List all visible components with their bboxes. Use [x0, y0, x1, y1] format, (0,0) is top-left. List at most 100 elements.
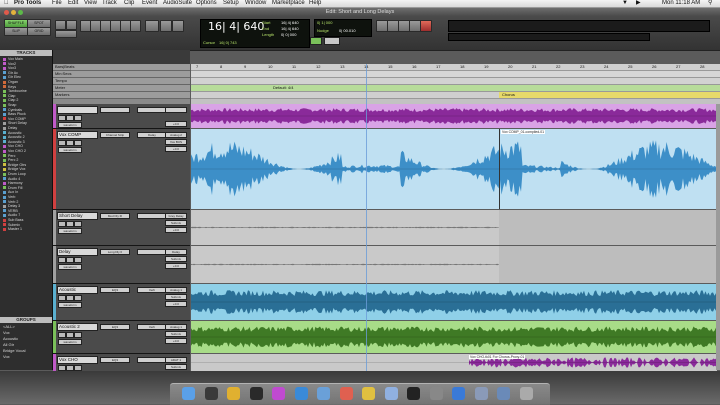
- minimize-window-icon[interactable]: [11, 9, 16, 15]
- solo-button[interactable]: [66, 257, 74, 263]
- tempo-ruler[interactable]: [191, 78, 720, 85]
- dock-app-icon[interactable]: [272, 387, 285, 400]
- track-header[interactable]: Short Delay Mod Dly III Grey Delay Submix wa…: [53, 210, 190, 246]
- dock-app-icon[interactable]: [497, 387, 510, 400]
- io-selector[interactable]: Analog 1: [165, 287, 187, 293]
- track-header[interactable]: Vox COMP Channel Strip Delay Analog 2 Vox BU…: [53, 129, 190, 210]
- output-selector[interactable]: Submix: [165, 220, 187, 226]
- nudge-value[interactable]: 0| 00.010: [339, 28, 356, 33]
- insert-slot[interactable]: [100, 107, 130, 113]
- dock-app-icon[interactable]: [339, 387, 353, 400]
- track-header[interactable]: Acoustic EQ3 Verb Analog 1 Submix waveform +0.…: [53, 284, 190, 321]
- clip-name-label[interactable]: Vox COMP_01-compiled-01: [501, 130, 546, 134]
- dock-app-icon[interactable]: [182, 387, 195, 400]
- track-name[interactable]: Vox CHO: [57, 356, 98, 364]
- send-slot[interactable]: [137, 357, 167, 363]
- empty-region[interactable]: [499, 210, 717, 245]
- menu-clip[interactable]: Clip: [124, 0, 134, 7]
- grid-value[interactable]: 0| 1| 000: [317, 20, 332, 25]
- solo-button[interactable]: [66, 221, 74, 227]
- close-window-icon[interactable]: [4, 9, 9, 15]
- minsecs-ruler[interactable]: [191, 71, 720, 78]
- main-counter[interactable]: 16| 4| 640: [208, 20, 268, 34]
- record-button[interactable]: [58, 115, 66, 121]
- group-list-item[interactable]: Vox: [3, 355, 50, 360]
- track-name[interactable]: Delay: [57, 248, 98, 256]
- menu-view[interactable]: View: [84, 0, 97, 7]
- insert-slot[interactable]: EQ3: [100, 324, 130, 330]
- empty-region[interactable]: [499, 246, 717, 283]
- group-list-item[interactable]: Bridge Vocal: [3, 349, 50, 354]
- group-list-item[interactable]: Acoustic: [3, 337, 50, 342]
- record-button[interactable]: [58, 221, 66, 227]
- menu-track[interactable]: Track: [102, 0, 117, 7]
- smart-tool-icon[interactable]: [145, 20, 159, 32]
- dock-app-icon[interactable]: [249, 387, 263, 400]
- track-playlist-lane[interactable]: [191, 284, 717, 320]
- io-selector[interactable]: [165, 107, 187, 113]
- dock-app-icon[interactable]: [362, 387, 375, 400]
- dock-app-icon[interactable]: [429, 387, 443, 400]
- dock-app-icon[interactable]: [407, 387, 420, 400]
- send-slot[interactable]: [137, 249, 167, 255]
- dock-app-icon[interactable]: [294, 387, 308, 400]
- dly-button[interactable]: [324, 37, 340, 45]
- tracks-list-header[interactable]: TRACKS: [0, 50, 52, 56]
- vertical-scrollbar[interactable]: [716, 104, 720, 370]
- volume-icon[interactable]: ▶: [636, 0, 641, 7]
- clip-name-label[interactable]: Vox CHO-tk01 For Chorus-Proxy-01: [469, 355, 526, 359]
- chorus-marker[interactable]: [499, 92, 720, 98]
- track-name[interactable]: [57, 106, 98, 114]
- dock-app-icon[interactable]: [519, 387, 533, 400]
- track-view-selector[interactable]: waveform: [58, 228, 82, 234]
- volume-value[interactable]: +0.0: [165, 227, 187, 233]
- dock-app-icon[interactable]: [452, 387, 465, 400]
- track-playlist-lane[interactable]: [191, 210, 717, 245]
- apple-menu-icon[interactable]: : [4, 0, 9, 7]
- io-selector[interactable]: Analog 1: [165, 324, 187, 330]
- track-view-selector[interactable]: waveform: [58, 302, 82, 308]
- record-button[interactable]: [58, 295, 66, 301]
- send-slot[interactable]: Verb: [137, 324, 167, 330]
- solo-button[interactable]: [66, 140, 74, 146]
- insert-slot[interactable]: Channel Strip: [100, 132, 130, 138]
- volume-value[interactable]: +0.0: [165, 146, 187, 152]
- dock-app-icon[interactable]: [384, 387, 398, 400]
- link-timeline-icon[interactable]: [172, 20, 184, 32]
- group-list-item[interactable]: Vox: [3, 331, 50, 336]
- mute-button[interactable]: [74, 115, 82, 121]
- markers-ruler[interactable]: Chorus: [191, 92, 720, 99]
- mini-timeline[interactable]: [448, 33, 650, 41]
- menu-setup[interactable]: Setup: [223, 0, 239, 7]
- io-selector[interactable]: Analog 2: [165, 132, 187, 138]
- track-view-selector[interactable]: waveform: [58, 264, 82, 270]
- send-slot[interactable]: [137, 213, 167, 219]
- menu-event[interactable]: Event: [142, 0, 157, 7]
- volume-value[interactable]: +0.0: [165, 263, 187, 269]
- mute-button[interactable]: [74, 140, 82, 146]
- insert-slot[interactable]: EQ3: [100, 287, 130, 293]
- menu-window[interactable]: Window: [245, 0, 266, 7]
- record-button[interactable]: [58, 257, 66, 263]
- track-header[interactable]: Delay Long Dly II Delay Submix waveform +0.0: [53, 246, 190, 284]
- track-header[interactable]: Acoustic 2 EQ3 Verb Analog 1 Submix waveform +…: [53, 321, 190, 354]
- track-view-selector[interactable]: waveform: [58, 122, 82, 128]
- track-name[interactable]: Acoustic: [57, 286, 98, 294]
- end-value[interactable]: 16| 4| 640: [281, 26, 299, 31]
- track-list-item[interactable]: Master 1: [3, 227, 50, 232]
- record-button[interactable]: [420, 20, 432, 32]
- track-playlist-lane[interactable]: Vox CHO-tk01 For Chorus-Proxy-01: [191, 354, 717, 371]
- send-slot[interactable]: [137, 107, 167, 113]
- track-name[interactable]: Vox COMP: [57, 131, 98, 139]
- dock-app-icon[interactable]: [474, 387, 488, 400]
- insert-slot[interactable]: Mod Dly III: [100, 213, 130, 219]
- clip-boundary[interactable]: [499, 129, 500, 209]
- menu-audiosuite[interactable]: AudioSuite: [163, 0, 192, 7]
- menu-help[interactable]: Help: [309, 0, 321, 7]
- track-name[interactable]: Acoustic 2: [57, 323, 98, 331]
- volume-value[interactable]: +0.0: [165, 121, 187, 127]
- send-slot[interactable]: Delay: [137, 132, 167, 138]
- menu-marketplace[interactable]: Marketplace: [272, 0, 305, 7]
- volume-value[interactable]: +0.0: [165, 301, 187, 307]
- output-selector[interactable]: Submix: [165, 364, 187, 370]
